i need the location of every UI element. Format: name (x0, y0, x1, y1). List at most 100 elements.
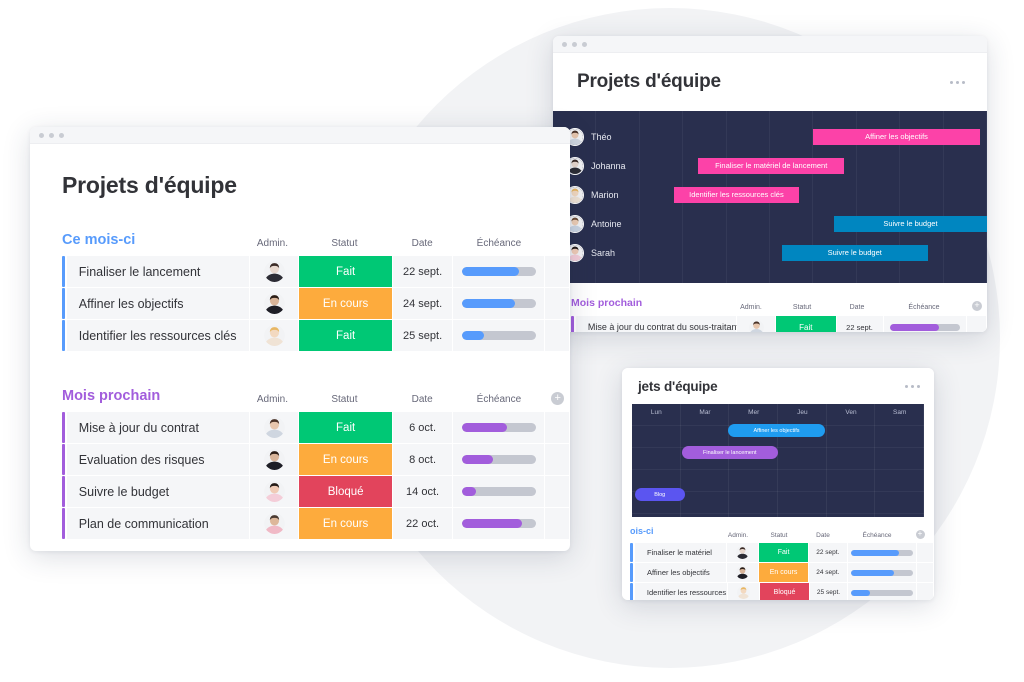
column-header-due: Échéance (476, 238, 522, 249)
plus-circle-icon[interactable]: + (551, 392, 565, 405)
cell-due[interactable] (847, 543, 917, 562)
cell-due[interactable] (453, 256, 544, 287)
cell-date[interactable]: 22 sept. (836, 316, 883, 332)
calendar-event[interactable]: Finaliser le lancement (681, 446, 778, 459)
gantt-bar[interactable]: Affiner les objectifs (813, 128, 981, 145)
cell-admin[interactable] (250, 288, 299, 319)
status-badge[interactable]: Bloqué (299, 476, 392, 507)
status-badge[interactable]: En cours (299, 288, 392, 319)
cell-task-name[interactable]: Identifier les ressources clés (66, 320, 250, 351)
cell-task-name[interactable]: Identifier les ressources clés (634, 583, 742, 600)
table-row[interactable]: Finaliser le lancement Fait 22 sept. (62, 256, 570, 287)
gantt-bar[interactable]: Suivre le budget (833, 215, 987, 232)
cell-task-name[interactable]: Finaliser le lancement (66, 256, 250, 287)
close-dot-icon[interactable] (39, 132, 44, 138)
cell-admin[interactable] (250, 508, 299, 539)
gantt-bar[interactable]: Suivre le budget (781, 244, 928, 261)
status-badge[interactable]: En cours (299, 444, 392, 475)
table-row[interactable]: Identifier les ressources clés Fait 25 sep… (62, 320, 570, 351)
cell-admin[interactable] (726, 563, 759, 582)
plus-circle-icon[interactable]: + (972, 301, 982, 311)
cell-due[interactable] (453, 444, 544, 475)
gantt-row-list: Théo Affiner les objectifs Johanna Finalise… (553, 111, 987, 267)
table-row[interactable]: Mise à jour du contrat Fait 6 oct. (62, 412, 570, 443)
progress-bar (461, 423, 536, 432)
status-badge[interactable]: Bloqué (760, 583, 809, 600)
cell-admin[interactable] (250, 412, 299, 443)
cell-admin[interactable] (736, 316, 776, 332)
table-row[interactable]: Identifier les ressources clés Bloqué 25 s… (630, 583, 934, 600)
cell-admin[interactable] (250, 476, 299, 507)
progress-bar (461, 267, 536, 276)
status-badge[interactable]: Fait (299, 320, 392, 351)
cell-task-name[interactable]: Affiner les objectifs (66, 288, 250, 319)
row-accent-bar (62, 508, 65, 539)
status-badge[interactable]: Fait (776, 316, 836, 332)
gantt-bar[interactable]: Identifier les ressources clés (673, 186, 800, 203)
cell-date[interactable]: 24 sept. (392, 288, 453, 319)
table-row[interactable]: Mise à jour du contrat du sous-traitant F… (571, 316, 987, 332)
date-label: 8 oct. (409, 453, 436, 466)
cell-task-name[interactable]: Mise à jour du contrat (66, 412, 250, 443)
status-badge[interactable]: Fait (299, 412, 392, 443)
cell-admin[interactable] (726, 543, 759, 562)
calendar-event[interactable]: Affiner les objectifs (728, 424, 825, 437)
table-row[interactable]: Plan de communication En cours 22 oct. (62, 508, 570, 539)
cell-date[interactable]: 25 sept. (809, 583, 848, 600)
cell-date[interactable]: 24 sept. (809, 563, 847, 582)
board-group-list: Ce mois-ci Admin. Statut Date Échéance Finali… (62, 227, 570, 539)
cell-due[interactable] (847, 563, 917, 582)
table-row[interactable]: Suivre le budget Bloqué 14 oct. (62, 476, 570, 507)
status-badge[interactable]: Fait (759, 543, 809, 562)
cell-task-name[interactable]: Plan de communication (66, 508, 250, 539)
calendar-event[interactable]: Blog (634, 488, 685, 501)
cell-spacer (917, 543, 933, 562)
row-accent-bar (62, 476, 65, 507)
cell-task-name[interactable]: Evaluation des risques (66, 444, 250, 475)
cell-due[interactable] (883, 316, 966, 332)
cell-task-name[interactable]: Suivre le budget (66, 476, 250, 507)
cell-admin[interactable] (250, 256, 299, 287)
cell-task-name[interactable]: Affiner les objectifs (634, 563, 726, 582)
minimize-dot-icon[interactable] (572, 41, 577, 47)
table-row[interactable]: Finaliser le matériel Fait 22 sept. (630, 543, 934, 562)
close-dot-icon[interactable] (562, 41, 567, 47)
table-row[interactable]: Affiner les objectifs En cours 24 sept. (630, 563, 934, 582)
cell-due[interactable] (453, 320, 544, 351)
cell-date[interactable]: 22 sept. (809, 543, 847, 562)
cell-date[interactable]: 22 oct. (392, 508, 453, 539)
cell-due[interactable] (848, 583, 917, 600)
status-badge[interactable]: En cours (759, 563, 809, 582)
cell-date[interactable]: 8 oct. (392, 444, 453, 475)
cell-due[interactable] (453, 288, 544, 319)
gantt-bar[interactable]: Finaliser le matériel de lancement (698, 157, 845, 174)
status-badge[interactable]: En cours (299, 508, 392, 539)
main-window-titlebar (30, 127, 570, 144)
kebab-menu-icon[interactable] (905, 384, 920, 388)
maximize-dot-icon[interactable] (59, 132, 64, 138)
table-row[interactable]: Evaluation des risques En cours 8 oct. (62, 444, 570, 475)
plus-circle-icon[interactable]: + (915, 530, 925, 539)
cell-spacer (917, 583, 933, 600)
cell-due[interactable] (453, 412, 544, 443)
cell-task-name[interactable]: Finaliser le matériel (634, 543, 726, 562)
minimize-dot-icon[interactable] (49, 132, 54, 138)
column-header-date: Date (816, 531, 830, 539)
cell-date[interactable]: 14 oct. (392, 476, 453, 507)
gantt-page-title: Projets d'équipe (577, 71, 721, 92)
status-badge[interactable]: Fait (299, 256, 392, 287)
cell-task-name[interactable]: Mise à jour du contrat du sous-traitant (575, 316, 739, 332)
cell-spacer (544, 412, 570, 443)
cell-admin[interactable] (727, 583, 760, 600)
cell-date[interactable]: 22 sept. (392, 256, 453, 287)
cell-due[interactable] (453, 508, 544, 539)
kebab-menu-icon[interactable] (950, 80, 965, 84)
cell-admin[interactable] (250, 444, 299, 475)
row-accent-bar (630, 583, 633, 600)
cell-admin[interactable] (250, 320, 299, 351)
maximize-dot-icon[interactable] (582, 41, 587, 47)
cell-due[interactable] (453, 476, 544, 507)
cell-date[interactable]: 6 oct. (392, 412, 453, 443)
table-row[interactable]: Affiner les objectifs En cours 24 sept. (62, 288, 570, 319)
cell-date[interactable]: 25 sept. (392, 320, 453, 351)
